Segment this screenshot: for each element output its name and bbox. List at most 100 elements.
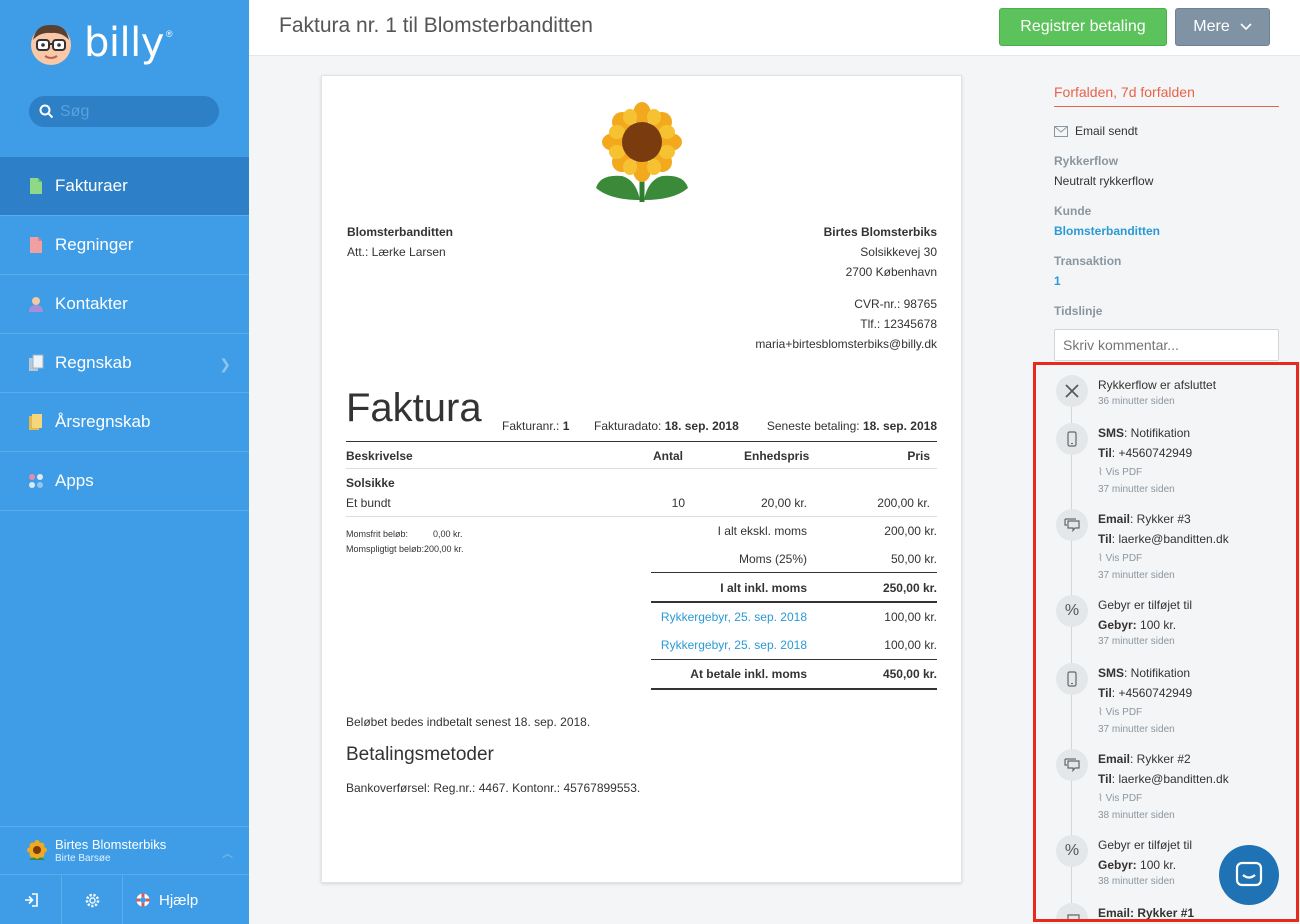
event-fee: 100 kr. <box>1136 858 1177 872</box>
event-time: 36 minutter siden <box>1098 396 1175 407</box>
item-description: Et bundt <box>346 496 391 510</box>
item-name: Solsikke <box>346 476 395 490</box>
view-pdf-label: Vis PDF <box>1105 467 1143 478</box>
transaction-label: Transaktion <box>1054 254 1122 268</box>
paperclip-icon: ⌇ <box>1098 467 1103 478</box>
comment-input[interactable] <box>1054 329 1279 361</box>
register-payment-button[interactable]: Registrer betaling <box>999 8 1167 46</box>
nav-item-apps[interactable]: Apps <box>0 452 249 511</box>
view-pdf-label: Vis PDF <box>1105 553 1143 564</box>
view-pdf-link[interactable]: ⌇ Vis PDF <box>1098 703 1192 723</box>
timeline-event-text: Email: Rykker #2 Til: laerke@banditten.d… <box>1098 749 1229 823</box>
payment-methods-title: Betalingsmetoder <box>346 744 494 765</box>
event-time: 38 minutter siden <box>1098 810 1175 821</box>
more-label: Mere <box>1193 18 1230 35</box>
chevron-up-icon: ︿ <box>222 848 233 860</box>
customer-label: Kunde <box>1054 204 1092 218</box>
annual-report-icon <box>29 414 42 430</box>
apps-icon <box>29 474 43 488</box>
search-box[interactable] <box>29 96 219 127</box>
settings-button[interactable] <box>62 875 123 924</box>
main-content: Blomsterbanditten Att.: Lærke Larsen Bir… <box>249 56 1035 924</box>
brand[interactable]: billy ® <box>28 20 173 66</box>
gear-icon <box>85 893 99 907</box>
contact-icon <box>29 297 43 312</box>
close-icon <box>1056 375 1088 407</box>
total-incl-value: 250,00 kr. <box>882 581 937 595</box>
vat-label: Moms (25%) <box>738 552 807 566</box>
timeline-event-text: Email: Rykker #1 <box>1098 903 1194 920</box>
billy-logo-icon <box>31 24 71 65</box>
company-switcher[interactable]: Birtes Blomsterbiks Birte Barsøe ︿ <box>0 826 249 874</box>
event-recipient-label: Til <box>1098 532 1112 546</box>
event-fee-label: Gebyr: <box>1098 618 1137 632</box>
event-title: Rykkerflow er afsluttet <box>1098 378 1217 392</box>
customer-link[interactable]: Blomsterbanditten <box>1054 224 1160 238</box>
help-button[interactable]: Hjælp <box>123 875 249 924</box>
view-pdf-link[interactable]: ⌇ Vis PDF <box>1098 549 1229 569</box>
col-unit-price: Enhedspris <box>744 449 810 463</box>
company-name: Birtes Blomsterbiks <box>55 836 167 852</box>
event-title: : Notifikation <box>1124 426 1191 440</box>
total-incl-label: I alt inkl. moms <box>720 581 807 595</box>
chat-launcher-button[interactable] <box>1219 845 1279 905</box>
reminder-fee-link[interactable]: Rykkergebyr, 25. sep. 2018 <box>661 638 807 652</box>
customer-att: Att.: Lærke Larsen <box>347 245 446 259</box>
nav-item-kontakter[interactable]: Kontakter <box>0 275 249 334</box>
nav-item-regninger[interactable]: Regninger <box>0 216 249 275</box>
logout-button[interactable] <box>0 875 62 924</box>
total-excl-vat: I alt ekskl. moms 200,00 kr. <box>651 524 937 552</box>
bill-icon <box>30 237 42 253</box>
view-pdf-link[interactable]: ⌇ Vis PDF <box>1098 789 1229 809</box>
help-label: Hjælp <box>159 891 199 909</box>
seller-phone: Tlf.: 12345678 <box>860 317 937 331</box>
event-type: SMS <box>1098 426 1125 440</box>
view-pdf-label: Vis PDF <box>1105 707 1143 718</box>
payment-methods: Bankoverførsel: Reg.nr.: 4467. Kontonr.:… <box>346 781 641 795</box>
invoice-number-value: 1 <box>562 419 570 433</box>
nav-item-arsregnskab[interactable]: Årsregnskab <box>0 393 249 452</box>
nav-item-regnskab[interactable]: Regnskab ❯ <box>0 334 249 393</box>
invoice-date-label: Fakturadato: <box>594 419 662 433</box>
status-badge: Forfalden, 7d forfalden <box>1054 84 1279 107</box>
event-recipient-label: Til <box>1098 686 1112 700</box>
brand-registered-mark: ® <box>165 29 173 39</box>
view-pdf-link[interactable]: ⌇ Vis PDF <box>1098 463 1192 483</box>
email-sent-label: Email sendt <box>1075 124 1138 138</box>
nav-label: Regninger <box>55 235 134 254</box>
event-recipient-label: Til <box>1098 772 1112 786</box>
search-input[interactable] <box>60 102 200 121</box>
divider <box>346 516 937 517</box>
col-quantity: Antal <box>653 449 683 463</box>
total-excl-value: 200,00 kr. <box>884 524 937 538</box>
app-window: billy ® Fakturaer Regninger Kontakter <box>0 0 1300 924</box>
reminder-flow-value: Neutralt rykkerflow <box>1054 174 1154 188</box>
vat-value: 50,00 kr. <box>890 552 937 566</box>
reminder-fee-value: 100,00 kr. <box>884 638 937 652</box>
invoice-due-label: Seneste betaling: <box>766 419 860 433</box>
event-title: Gebyr er tilføjet til <box>1098 598 1193 612</box>
divider <box>651 572 937 573</box>
sidebar: billy ® Fakturaer Regninger Kontakter <box>0 0 249 924</box>
message-icon <box>1056 903 1088 920</box>
transaction-link[interactable]: 1 <box>1054 274 1061 288</box>
event-recipient: : laerke@banditten.dk <box>1111 772 1229 786</box>
nav-item-fakturaer[interactable]: Fakturaer <box>0 157 249 216</box>
nav-label: Fakturaer <box>55 176 128 195</box>
nav-label: Regnskab <box>55 353 132 372</box>
seller-email: maria+birtesblomsterbiks@billy.dk <box>755 337 937 351</box>
reminder-fee-link[interactable]: Rykkergebyr, 25. sep. 2018 <box>661 610 807 624</box>
invoice-due-date: Seneste betaling: 18. sep. 2018 <box>767 419 937 433</box>
divider <box>651 659 937 660</box>
chevron-down-icon <box>1240 23 1252 31</box>
sidebar-bottom-bar: Hjælp <box>0 874 249 924</box>
timeline-label: Tidslinje <box>1054 304 1103 318</box>
payment-note: Beløbet bedes indbetalt senest 18. sep. … <box>346 715 591 729</box>
item-unit-price: 20,00 kr. <box>760 496 807 510</box>
view-pdf-label: Vis PDF <box>1105 793 1143 804</box>
vat-liable-amount: Momspligtigt beløb:200,00 kr. <box>346 542 464 556</box>
event-time: 37 minutter siden <box>1098 636 1175 647</box>
company-user: Birte Barsøe <box>55 852 111 864</box>
more-button[interactable]: Mere <box>1175 8 1270 46</box>
percent-icon: % <box>1056 835 1088 867</box>
